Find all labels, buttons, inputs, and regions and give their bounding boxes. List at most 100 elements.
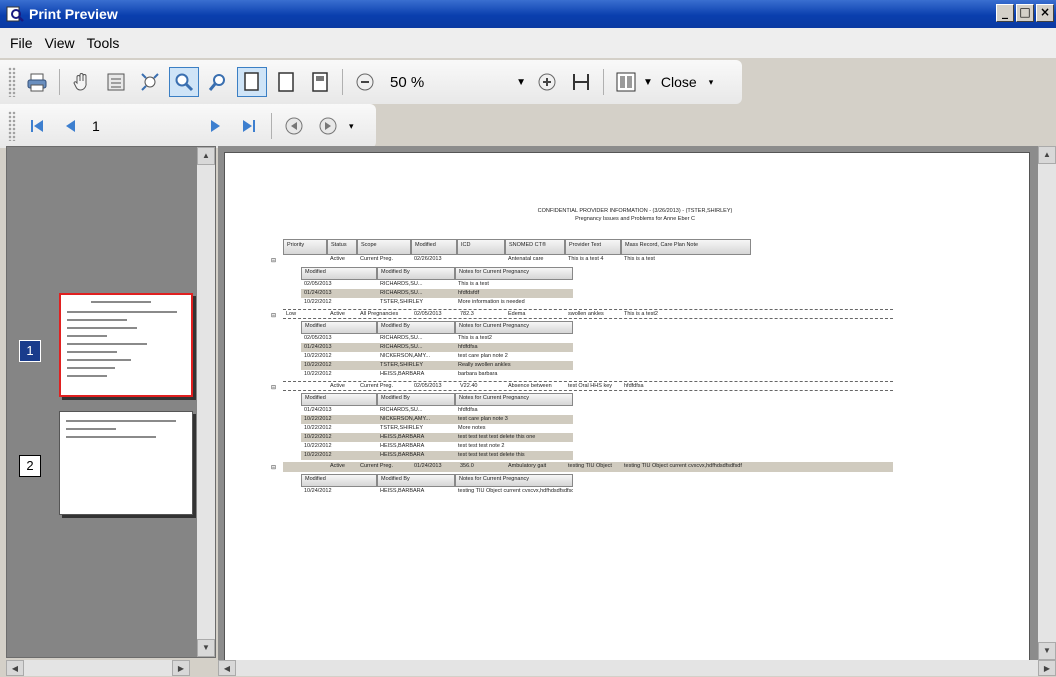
scroll-left-icon[interactable]: ◀ — [6, 660, 24, 676]
notes-header-row: Modified Modified By Notes for Current Pre… — [301, 393, 573, 406]
whole-page-button[interactable] — [305, 67, 335, 97]
problem-cell: Active — [330, 463, 345, 469]
note-row[interactable]: 02/05/2013 RICHARDS,SU... This is a test2 — [301, 334, 573, 343]
preview-horizontal-scrollbar[interactable]: ◀ ▶ — [218, 660, 1056, 676]
scroll-left-icon[interactable]: ◀ — [218, 660, 236, 676]
note-row[interactable]: 10/24/2012 HEISS,BARBARA testing TIU Objec… — [301, 487, 573, 496]
zoom-out-button[interactable] — [350, 67, 380, 97]
page-number-input[interactable] — [88, 115, 198, 137]
thumbnail-page-2[interactable] — [59, 411, 193, 515]
single-page-button[interactable] — [237, 67, 267, 97]
minimize-button[interactable]: _ — [996, 4, 1014, 22]
scroll-right-icon[interactable]: ▶ — [1038, 660, 1056, 676]
multiple-pages-button[interactable] — [611, 67, 641, 97]
note-row[interactable]: 10/22/2012 NICKERSON,AMY... test care plan… — [301, 352, 573, 361]
note-row[interactable]: 02/05/2013 RICHARDS,SU... This is a test — [301, 280, 573, 289]
thumbnail-vertical-scrollbar[interactable]: ▲ ▼ — [197, 147, 215, 657]
note-row[interactable]: 10/22/2012 TSTER,SHIRLEY More notes — [301, 424, 573, 433]
toolbar-grip[interactable] — [8, 111, 16, 141]
notes-column-header: Modified By — [377, 267, 455, 280]
history-back-button[interactable] — [279, 111, 309, 141]
snapshot-button[interactable] — [101, 67, 131, 97]
note-row[interactable]: 10/22/2012 TSTER,SHIRLEY More information … — [301, 298, 573, 307]
note-row[interactable]: 10/22/2012 TSTER,SHIRLEY Really swollen an… — [301, 361, 573, 370]
collapse-icon[interactable]: ⊟ — [271, 312, 276, 319]
menu-tools[interactable]: Tools — [81, 32, 126, 54]
fit-height-button[interactable] — [566, 67, 596, 97]
zoom-in-tool-button[interactable] — [169, 67, 199, 97]
toolbar-overflow-icon[interactable]: ▾ — [349, 121, 354, 132]
toolbar-grip[interactable] — [8, 67, 16, 97]
note-cell: TSTER,SHIRLEY — [380, 299, 424, 305]
menu-view[interactable]: View — [39, 32, 81, 54]
page-width-button[interactable] — [271, 67, 301, 97]
notes-header-row: Modified Modified By Notes for Current Pre… — [301, 474, 573, 487]
note-row[interactable]: 10/22/2012 HEISS,BARBARA test test test te… — [301, 433, 573, 442]
note-row[interactable]: 01/24/2013 RICHARDS,SU... hfdfdfsa — [301, 343, 573, 352]
notes-subtable: Modified Modified By Notes for Current Pre… — [301, 321, 573, 379]
close-button[interactable]: Close — [661, 74, 697, 90]
zoom-arrows-icon — [141, 73, 159, 91]
note-cell: 10/24/2012 — [304, 488, 332, 494]
note-row[interactable]: 10/22/2012 HEISS,BARBARA test test test no… — [301, 442, 573, 451]
problem-cell: Antenatal care — [508, 256, 544, 262]
close-window-button[interactable]: × — [1036, 4, 1054, 22]
collapse-icon[interactable]: ⊟ — [271, 464, 276, 471]
title-bar: Print Preview _ □ × — [0, 0, 1056, 28]
notes-column-header: Notes for Current Pregnancy — [455, 321, 573, 334]
note-cell: More information is needed — [458, 299, 525, 305]
thumbnail-page-1[interactable] — [59, 293, 193, 397]
print-button[interactable] — [22, 67, 52, 97]
first-page-button[interactable] — [22, 111, 52, 141]
preview-vertical-scrollbar[interactable]: ▲ ▼ — [1038, 146, 1056, 660]
note-cell: 10/22/2012 — [304, 434, 332, 440]
collapse-icon[interactable]: ⊟ — [271, 384, 276, 391]
zoom-out-tool-button[interactable] — [203, 67, 233, 97]
problem-cell: Edema — [508, 311, 526, 317]
maximize-button[interactable]: □ — [1016, 4, 1034, 22]
history-forward-button[interactable] — [313, 111, 343, 141]
previous-page-button[interactable] — [56, 111, 86, 141]
problem-cell: Active — [330, 311, 345, 317]
menu-file[interactable]: File — [4, 32, 39, 54]
dynamic-zoom-button[interactable] — [135, 67, 165, 97]
note-row[interactable]: 01/24/2013 RICHARDS,SU... hfdfdfsa — [301, 406, 573, 415]
thumbnail-number-2[interactable]: 2 — [19, 455, 41, 477]
problem-row[interactable]: ⊟ Active Current Preg. 02/05/2013 V22.40 Abse… — [271, 381, 893, 391]
problem-cell — [283, 462, 327, 472]
problem-cell: This is a test 4 — [568, 256, 604, 262]
note-row[interactable]: 10/22/2012 HEISS,BARBARA barbara barbara — [301, 370, 573, 379]
note-cell: 10/22/2012 — [304, 452, 332, 458]
zoom-select[interactable]: 50 % ▼ — [386, 70, 526, 94]
note-cell: test test test test delete this one — [458, 434, 536, 440]
last-page-button[interactable] — [234, 111, 264, 141]
note-cell: NICKERSON,AMY... — [380, 416, 431, 422]
column-header: Provider Text — [565, 239, 621, 255]
scroll-down-icon[interactable]: ▼ — [197, 639, 215, 657]
chevron-down-icon[interactable]: ▼ — [516, 77, 526, 88]
note-row[interactable]: 10/22/2012 NICKERSON,AMY... test care plan… — [301, 415, 573, 424]
thumbnail-horizontal-scrollbar[interactable]: ◀ ▶ — [6, 660, 190, 676]
note-cell: 01/24/2013 — [304, 290, 332, 296]
problem-row[interactable]: ⊟ Low Active All Pregnancies 02/05/2013 782.3… — [271, 309, 893, 319]
problem-row[interactable]: ⊟ Active Current Preg. 02/26/2013 Antenatal … — [271, 255, 893, 265]
note-row[interactable]: 01/24/2013 RICHARDS,SU... hfdfdsfdf — [301, 289, 573, 298]
multi-page-dropdown-icon[interactable]: ▼ — [643, 77, 653, 88]
zoom-in-button[interactable] — [532, 67, 562, 97]
report-title: CONFIDENTIAL PROVIDER INFORMATION - (3/2… — [537, 208, 733, 214]
last-page-icon — [243, 120, 255, 132]
scroll-up-icon[interactable]: ▲ — [1038, 146, 1056, 164]
preview-area[interactable]: CONFIDENTIAL PROVIDER INFORMATION - (3/2… — [218, 146, 1056, 660]
note-row[interactable]: 10/22/2012 HEISS,BARBARA test test test te… — [301, 451, 573, 460]
problem-row[interactable]: ⊟ Active Current Preg. 01/24/2013 356.0 Ambul… — [271, 462, 893, 472]
collapse-icon[interactable]: ⊟ — [271, 257, 276, 264]
hand-tool-button[interactable] — [67, 67, 97, 97]
scroll-down-icon[interactable]: ▼ — [1038, 642, 1056, 660]
next-page-button[interactable] — [200, 111, 230, 141]
toolbar-overflow-icon[interactable]: ▾ — [709, 77, 714, 88]
notes-subtable: Modified Modified By Notes for Current Pre… — [301, 267, 573, 307]
thumbnail-number-1[interactable]: 1 — [19, 340, 41, 362]
scroll-right-icon[interactable]: ▶ — [172, 660, 190, 676]
column-header: Priority — [283, 239, 327, 255]
scroll-up-icon[interactable]: ▲ — [197, 147, 215, 165]
